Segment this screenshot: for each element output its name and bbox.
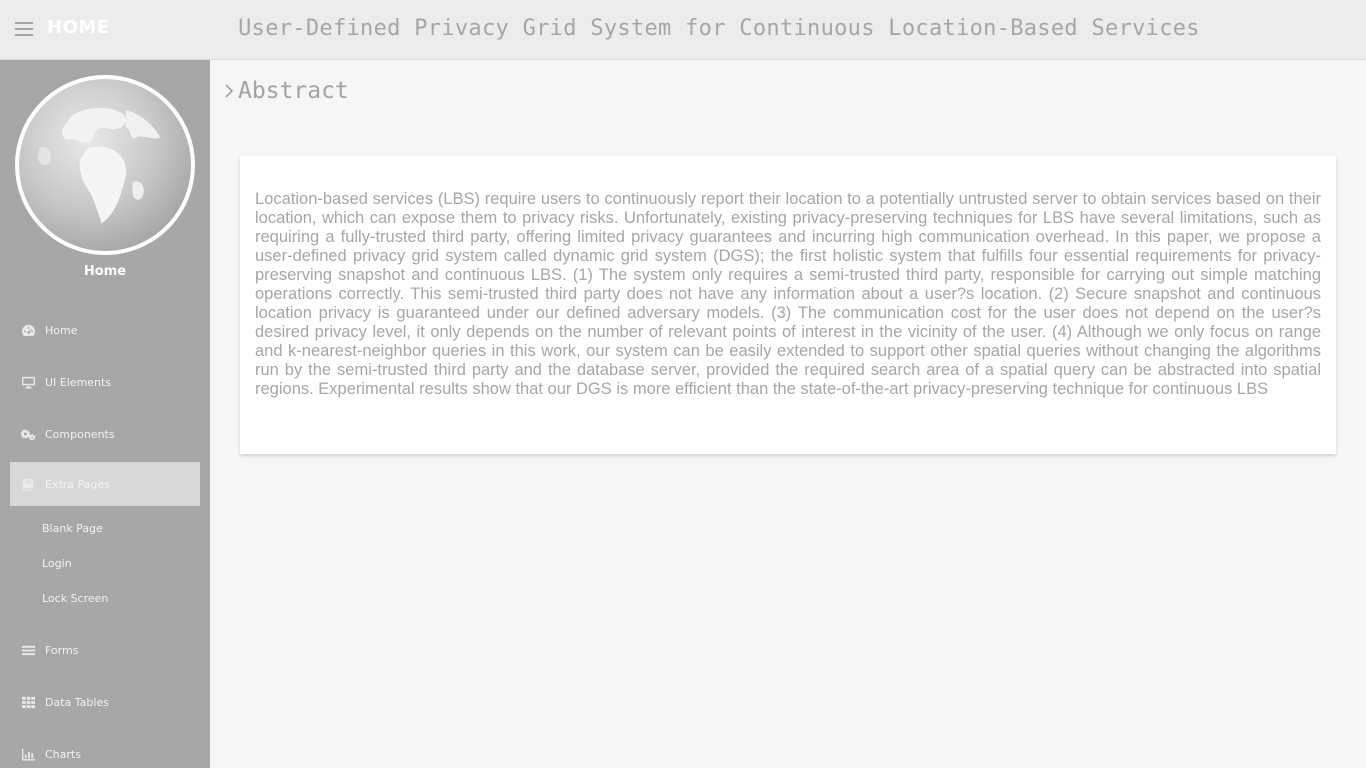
sidebar-item-label: Home [45,323,78,337]
sidebar-item-components[interactable]: Components [10,412,200,456]
sidebar: Home Home UI Elements Components Extra P… [0,60,210,768]
menu-toggle-icon[interactable] [15,22,33,36]
sidebar-item-label: Charts [45,747,81,761]
chevron-right-icon [225,84,234,98]
sidebar-subitem-login[interactable]: Login [42,557,72,570]
sidebar-subitem-blank-page[interactable]: Blank Page [42,522,103,535]
abstract-text: Location-based services (LBS) require us… [255,190,1321,398]
sidebar-item-ui-elements[interactable]: UI Elements [10,360,200,404]
table-icon [20,695,36,709]
desktop-icon [20,375,36,389]
chart-icon [20,747,36,761]
dashboard-icon [20,323,36,337]
sidebar-item-label: Forms [45,643,79,657]
globe-icon [37,107,161,224]
top-bar: HOME User-Defined Privacy Grid System fo… [0,0,1366,60]
sidebar-item-label: Extra Pages [45,477,110,491]
abstract-card: Location-based services (LBS) require us… [240,156,1336,454]
sidebar-item-extra-pages[interactable]: Extra Pages [10,462,200,506]
section-title: Abstract [238,78,349,104]
page-title: User-Defined Privacy Grid System for Con… [238,16,1200,41]
list-icon [20,643,36,657]
sidebar-item-label: Data Tables [45,695,109,709]
sidebar-item-label: UI Elements [45,375,112,389]
sidebar-item-home[interactable]: Home [10,308,200,352]
avatar [15,75,195,255]
cogs-icon [20,427,36,441]
sidebar-item-label: Components [45,427,115,441]
profile-name: Home [83,264,127,279]
brand-logo[interactable]: HOME [47,17,110,38]
book-icon [20,477,36,491]
sidebar-subitem-lock-screen[interactable]: Lock Screen [42,592,108,605]
sidebar-item-data-tables[interactable]: Data Tables [10,680,200,724]
sidebar-item-forms[interactable]: Forms [10,628,200,672]
breadcrumb: Abstract [224,78,349,104]
main-content: Abstract Location-based services (LBS) r… [210,60,1366,768]
sidebar-item-charts[interactable]: Charts [10,732,200,768]
